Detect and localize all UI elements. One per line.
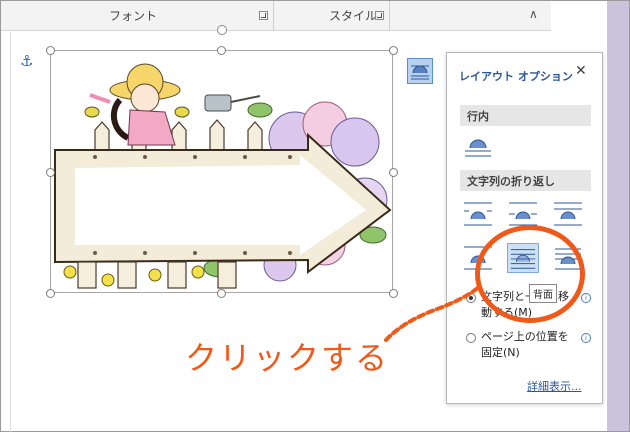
close-icon[interactable]: ✕ <box>575 63 587 79</box>
fix-position-label-line1: ページ上の位置を <box>481 330 569 343</box>
resize-handle-right[interactable] <box>389 168 398 177</box>
resize-handle-top[interactable] <box>217 46 226 55</box>
layout-options-icon <box>411 65 429 80</box>
pane-title: レイアウト オプション <box>459 70 573 83</box>
annotation-arrow <box>384 284 482 342</box>
font-group-label: フォント <box>109 9 158 23</box>
page-edge <box>10 32 11 432</box>
style-group-label: スタイル <box>329 9 378 23</box>
ribbon-separator <box>389 1 390 31</box>
layout-options-button[interactable] <box>407 58 433 84</box>
ribbon-group-labels: フォント スタイル ∧ <box>1 1 551 31</box>
wrap-inline-icon[interactable] <box>462 133 494 163</box>
rotation-handle[interactable] <box>217 25 227 35</box>
side-panel <box>607 1 629 431</box>
resize-handle-bottom-left[interactable] <box>46 289 55 298</box>
resize-handle-bottom[interactable] <box>217 289 226 298</box>
section-inline: 行内 <box>460 105 591 126</box>
style-dialog-launcher-icon[interactable] <box>375 11 384 20</box>
resize-handle-top-right[interactable] <box>389 46 398 55</box>
image-selection-border <box>50 50 393 293</box>
font-dialog-launcher-icon[interactable] <box>259 11 268 20</box>
anchor-icon[interactable]: ⚓ <box>20 52 33 70</box>
ribbon-separator <box>273 1 274 31</box>
section-wrap: 文字列の折り返し <box>460 170 591 191</box>
highlight-circle <box>475 225 585 323</box>
resize-handle-top-left[interactable] <box>46 46 55 55</box>
annotation-text: クリックする <box>185 339 390 377</box>
wrap-through-icon[interactable] <box>552 199 584 229</box>
wrap-square-icon[interactable] <box>462 199 494 229</box>
info-icon[interactable]: i <box>581 293 591 303</box>
resize-handle-left[interactable] <box>46 168 55 177</box>
collapse-ribbon-icon[interactable]: ∧ <box>529 7 538 21</box>
info-icon[interactable]: i <box>581 333 591 343</box>
see-more-link[interactable]: 詳細表示... <box>527 378 582 394</box>
